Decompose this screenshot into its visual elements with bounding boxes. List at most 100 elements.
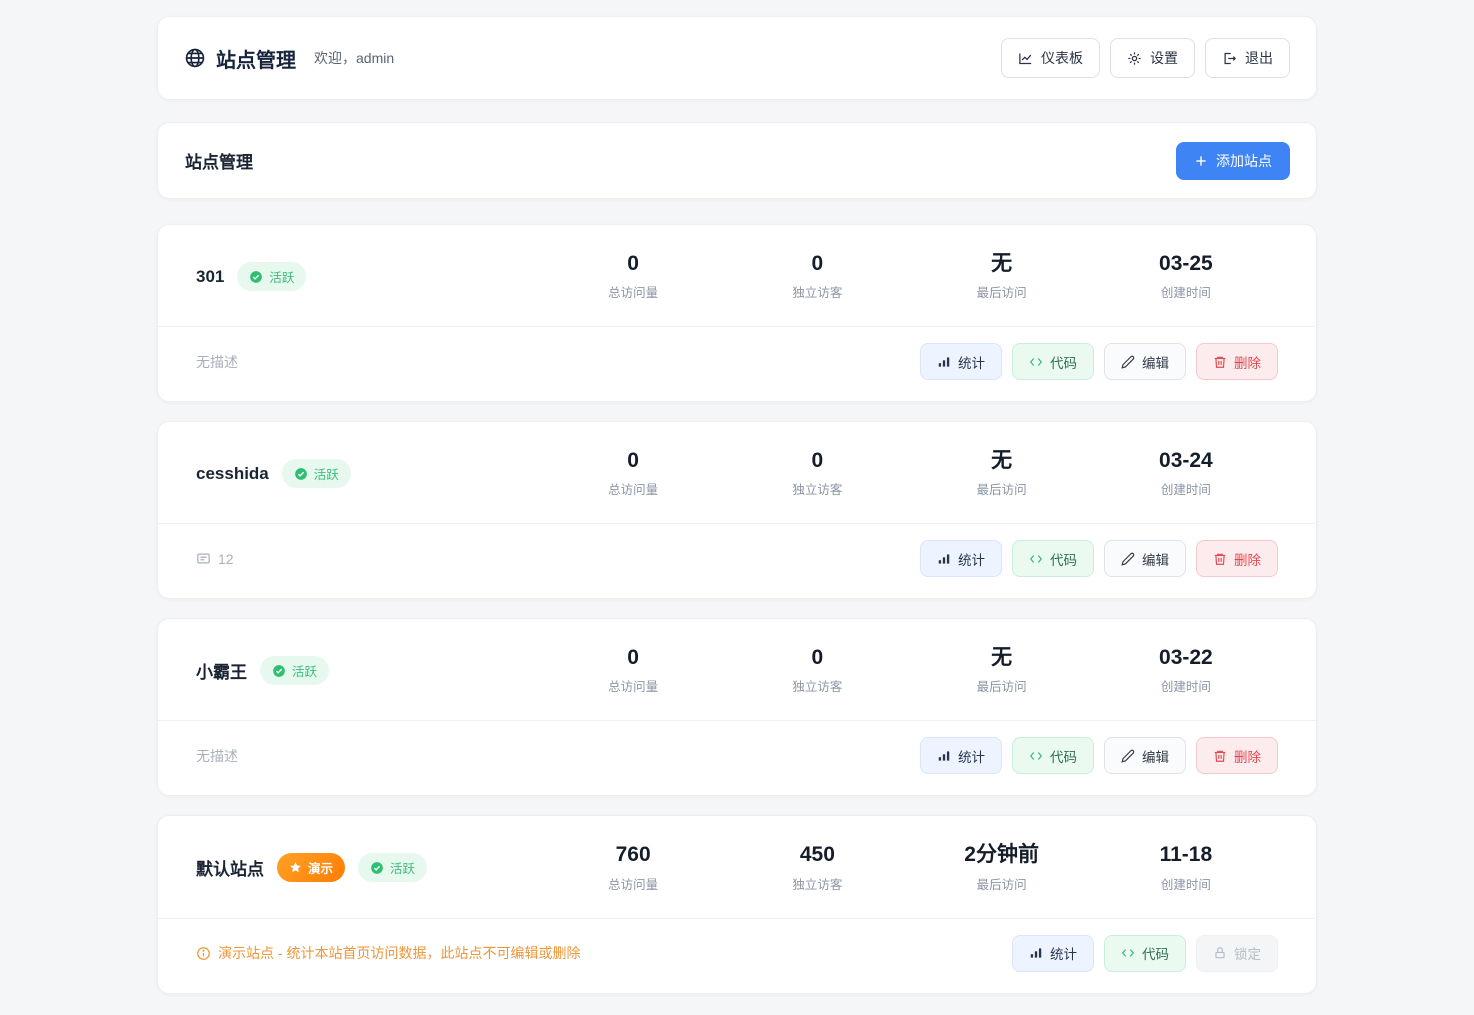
site-card: 小霸王 活跃 0总访问量 0独立访客 无最后访问 03-22创建时间 无描述 [157, 618, 1317, 796]
stat-label: 创建时间 [1094, 676, 1278, 695]
code-button[interactable]: 代码 [1012, 540, 1094, 577]
site-card-bottom: 无描述 统计 代码 编辑 删除 [158, 720, 1316, 795]
delete-button[interactable]: 删除 [1196, 737, 1278, 774]
stat-value: 760 [541, 843, 725, 867]
edit-button[interactable]: 编辑 [1104, 737, 1186, 774]
globe-icon [184, 47, 206, 69]
status-badge: 活跃 [358, 853, 427, 882]
bar-chart-icon [937, 552, 951, 566]
bar-chart-icon [937, 355, 951, 369]
stat-label: 创建时间 [1094, 479, 1278, 498]
check-circle-icon [249, 270, 263, 284]
edit-button-label: 编辑 [1142, 746, 1169, 766]
status-badge-label: 活跃 [269, 267, 294, 286]
status-badge-label: 活跃 [390, 858, 415, 877]
stats-button[interactable]: 统计 [920, 540, 1002, 577]
site-name: 小霸王 [196, 658, 247, 683]
header-actions: 仪表板 设置 [1001, 38, 1290, 78]
stat-value: 03-25 [1094, 252, 1278, 276]
stat-value: 无 [910, 646, 1094, 670]
demo-badge: 演示 [277, 853, 345, 882]
stats-button[interactable]: 统计 [1012, 935, 1094, 972]
site-stats: 0总访问量 0独立访客 无最后访问 03-22创建时间 [541, 646, 1278, 695]
stat-label: 独立访客 [725, 282, 909, 301]
settings-button-label: 设置 [1150, 48, 1178, 68]
site-name: 301 [196, 267, 224, 287]
lock-button: 锁定 [1196, 935, 1278, 972]
stat-value: 0 [725, 252, 909, 276]
stat-label: 独立访客 [725, 479, 909, 498]
site-actions: 统计 代码 编辑 删除 [920, 343, 1278, 380]
site-card-top: 301 活跃 0总访问量 0独立访客 无最后访问 03-25创建时间 [158, 225, 1316, 326]
site-card-top: 小霸王 活跃 0总访问量 0独立访客 无最后访问 03-22创建时间 [158, 619, 1316, 720]
site-description: 无描述 [196, 352, 238, 372]
add-site-button-label: 添加站点 [1216, 151, 1272, 171]
stat-label: 最后访问 [910, 874, 1094, 893]
demo-badge-label: 演示 [308, 858, 333, 877]
stat-label: 总访问量 [541, 479, 725, 498]
logout-button-label: 退出 [1245, 48, 1273, 68]
site-name: cesshida [196, 464, 269, 484]
bar-chart-icon [937, 749, 951, 763]
site-card-top: 默认站点 演示 活跃 760总访问量 450独立访客 2分钟前最后访问 [158, 816, 1316, 917]
site-card-bottom: 演示站点 - 统计本站首页访问数据，此站点不可编辑或删除 统计 代码 锁定 [158, 918, 1316, 993]
pencil-icon [1121, 552, 1135, 566]
code-button-label: 代码 [1142, 943, 1169, 963]
delete-button[interactable]: 删除 [1196, 540, 1278, 577]
code-button[interactable]: 代码 [1104, 935, 1186, 972]
bar-chart-icon [1029, 946, 1043, 960]
star-icon [289, 861, 302, 874]
settings-button[interactable]: 设置 [1110, 38, 1195, 78]
stat-value: 无 [910, 252, 1094, 276]
app-title: 站点管理 [216, 44, 296, 73]
stat-value: 450 [725, 843, 909, 867]
site-name: 默认站点 [196, 855, 264, 880]
stats-button-label: 统计 [958, 549, 985, 569]
stat-value: 11-18 [1094, 843, 1278, 867]
stat-value: 0 [725, 646, 909, 670]
site-card: 默认站点 演示 活跃 760总访问量 450独立访客 2分钟前最后访问 [157, 815, 1317, 993]
dashboard-button-label: 仪表板 [1041, 48, 1083, 68]
code-button-label: 代码 [1050, 549, 1077, 569]
trash-icon [1213, 552, 1227, 566]
code-button[interactable]: 代码 [1012, 737, 1094, 774]
code-button-label: 代码 [1050, 352, 1077, 372]
site-description: 12 [196, 551, 234, 567]
stat-label: 最后访问 [910, 676, 1094, 695]
edit-button[interactable]: 编辑 [1104, 540, 1186, 577]
site-card: cesshida 活跃 0总访问量 0独立访客 无最后访问 03-24创建时间 … [157, 421, 1317, 599]
stat-value: 0 [541, 252, 725, 276]
line-chart-icon [1018, 51, 1033, 66]
status-badge-label: 活跃 [314, 464, 339, 483]
stat-value: 0 [541, 449, 725, 473]
info-icon [196, 946, 211, 961]
code-icon [1121, 946, 1135, 960]
stat-label: 总访问量 [541, 282, 725, 301]
add-site-button[interactable]: 添加站点 [1176, 142, 1290, 180]
stats-button-label: 统计 [1050, 943, 1077, 963]
stats-button[interactable]: 统计 [920, 343, 1002, 380]
delete-button-label: 删除 [1234, 352, 1261, 372]
check-circle-icon [272, 664, 286, 678]
site-list-toolbar: 站点管理 添加站点 [157, 122, 1317, 199]
site-description-text: 12 [218, 551, 234, 567]
logout-button[interactable]: 退出 [1205, 38, 1290, 78]
dashboard-button[interactable]: 仪表板 [1001, 38, 1100, 78]
stat-label: 总访问量 [541, 874, 725, 893]
logout-icon [1222, 51, 1237, 66]
delete-button-label: 删除 [1234, 746, 1261, 766]
edit-button[interactable]: 编辑 [1104, 343, 1186, 380]
welcome-text: 欢迎，admin [314, 48, 394, 68]
delete-button[interactable]: 删除 [1196, 343, 1278, 380]
site-description: 无描述 [196, 746, 238, 766]
stat-label: 最后访问 [910, 479, 1094, 498]
document-icon [196, 551, 211, 566]
pencil-icon [1121, 355, 1135, 369]
plus-icon [1194, 154, 1208, 168]
stat-value: 03-24 [1094, 449, 1278, 473]
lock-button-label: 锁定 [1234, 943, 1261, 963]
code-button[interactable]: 代码 [1012, 343, 1094, 380]
stats-button[interactable]: 统计 [920, 737, 1002, 774]
edit-button-label: 编辑 [1142, 352, 1169, 372]
stat-label: 独立访客 [725, 676, 909, 695]
